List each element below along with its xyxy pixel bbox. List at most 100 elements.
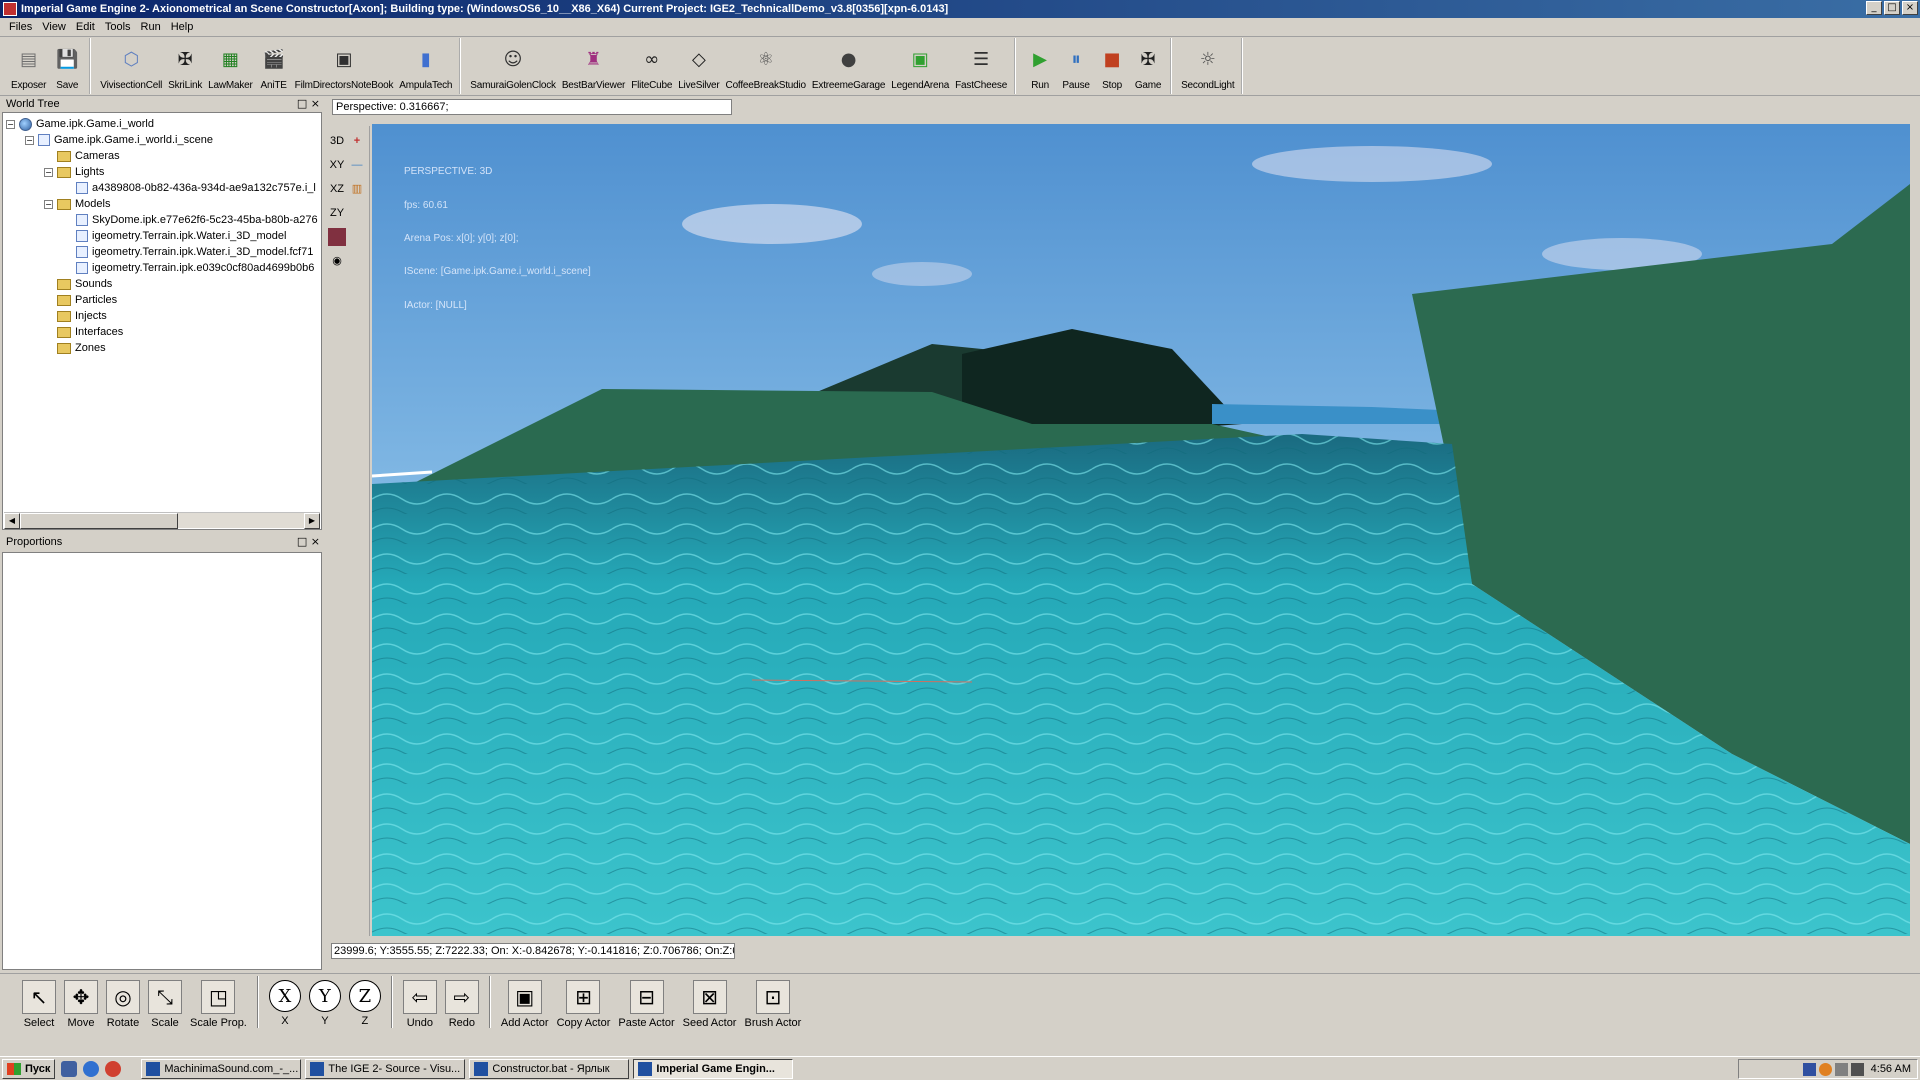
- tree-item-lights[interactable]: − Lights: [44, 164, 104, 180]
- x-button[interactable]: XX: [265, 974, 305, 1031]
- z-button[interactable]: ZZ: [345, 974, 385, 1031]
- add-actor-button[interactable]: ▣ Add Actor: [497, 974, 553, 1031]
- copy-actor-button[interactable]: ⊞ Copy Actor: [553, 974, 615, 1031]
- collapse-toggle-icon[interactable]: −: [44, 199, 53, 209]
- close-button[interactable]: ×: [1902, 1, 1918, 15]
- toolbar-button-label: SecondLight: [1181, 80, 1235, 91]
- 3d-viewport[interactable]: PERSPECTIVE: 3D fps: 60.61 Arena Pos: x[…: [372, 124, 1910, 936]
- flitecube-button[interactable]: ∞ FliteCube: [628, 38, 675, 94]
- y-button[interactable]: YY: [305, 974, 345, 1031]
- tree-item-skydome-ipk-e77e62f6-5c23-45ba[interactable]: SkyDome.ipk.e77e62f6-5c23-45ba-b80b-a276: [63, 212, 318, 228]
- close-panel-button[interactable]: ×: [311, 535, 320, 548]
- collapse-toggle-icon[interactable]: −: [25, 135, 34, 145]
- undo-button[interactable]: ⇦ Undo: [399, 974, 441, 1031]
- secondlight-button[interactable]: ☼ SecondLight: [1178, 38, 1237, 94]
- menu-edit[interactable]: Edit: [71, 21, 100, 33]
- volume-icon[interactable]: [1850, 1062, 1864, 1076]
- menu-files[interactable]: Files: [4, 21, 37, 33]
- color-swatch-icon[interactable]: [328, 228, 346, 246]
- crosshair-icon[interactable]: +: [348, 132, 366, 150]
- desktop-icon[interactable]: [61, 1060, 78, 1077]
- network-icon[interactable]: [1834, 1062, 1848, 1076]
- exposer-button[interactable]: ▤ Exposer: [8, 38, 49, 94]
- pause-button[interactable]: ⏸ Pause: [1058, 38, 1094, 94]
- browser-icon[interactable]: [83, 1060, 100, 1077]
- vivisectioncell-button[interactable]: ⬡ VivisectionCell: [97, 38, 165, 94]
- folder-icon: [57, 326, 71, 338]
- tree-item-injects[interactable]: Injects: [44, 308, 107, 324]
- tree-item-cameras[interactable]: Cameras: [44, 148, 120, 164]
- menu-run[interactable]: Run: [136, 21, 166, 33]
- view-xy-button[interactable]: XY: [328, 156, 346, 174]
- redo-button[interactable]: ⇨ Redo: [441, 974, 483, 1031]
- livesilver-button[interactable]: ◇ LiveSilver: [675, 38, 722, 94]
- extreemegarage-button[interactable]: ● ExtreemeGarage: [809, 38, 888, 94]
- coffeebreakstudio-button[interactable]: ⚛ CoffeeBreakStudio: [723, 38, 809, 94]
- tree-item-igeometry-terrain-ipk-water-i-[interactable]: igeometry.Terrain.ipk.Water.i_3D_model.f…: [63, 244, 313, 260]
- lawmaker-button[interactable]: ▦ LawMaker: [205, 38, 256, 94]
- tree-item-particles[interactable]: Particles: [44, 292, 117, 308]
- float-panel-button[interactable]: □: [297, 97, 307, 110]
- menu-view[interactable]: View: [37, 21, 71, 33]
- taskbar-task[interactable]: The IGE 2- Source - Visu...: [305, 1058, 466, 1079]
- start-button[interactable]: Пуск: [2, 1058, 56, 1079]
- tree-item-igeometry-terrain-ipk-e039c0cf[interactable]: igeometry.Terrain.ipk.e039c0cf80ad4699b0…: [63, 260, 314, 276]
- tree-item-game-ipk-game-i-world[interactable]: − Game.ipk.Game.i_world: [6, 116, 154, 132]
- minimize-button[interactable]: _: [1866, 1, 1882, 15]
- tree-item-models[interactable]: − Models: [44, 196, 110, 212]
- taskbar-task[interactable]: Imperial Game Engin...: [633, 1058, 794, 1079]
- fastcheese-button[interactable]: ☰ FastCheese: [952, 38, 1010, 94]
- clock[interactable]: 4:56 AM: [1871, 1063, 1911, 1075]
- scale-button[interactable]: ⤡ Scale: [144, 974, 186, 1031]
- seed-actor-button[interactable]: ⊠ Seed Actor: [679, 974, 741, 1031]
- tree-item-igeometry-terrain-ipk-water-i-[interactable]: igeometry.Terrain.ipk.Water.i_3D_model: [63, 228, 286, 244]
- tree-horizontal-scrollbar[interactable]: ◀ ▶: [4, 512, 320, 529]
- skrilink-button[interactable]: ✠ SkriLink: [165, 38, 205, 94]
- legendarena-button[interactable]: ▣ LegendArena: [888, 38, 952, 94]
- brush-actor-button[interactable]: ⊡ Brush Actor: [740, 974, 805, 1031]
- paste-actor-button[interactable]: ⊟ Paste Actor: [614, 974, 678, 1031]
- tree-item-a4389808-0b82-436a-934d-ae9a13[interactable]: a4389808-0b82-436a-934d-ae9a132c757e.i_l: [63, 180, 316, 196]
- menu-help[interactable]: Help: [166, 21, 199, 33]
- view-3d-button[interactable]: 3D: [328, 132, 346, 150]
- maximize-button[interactable]: □: [1884, 1, 1900, 15]
- taskbar-task[interactable]: Constructor.bat - Ярлык: [469, 1058, 630, 1079]
- line-icon[interactable]: —: [348, 156, 366, 174]
- anite-button[interactable]: 🎬 AniTE: [256, 38, 292, 94]
- language-icon[interactable]: [1802, 1062, 1816, 1076]
- eye-icon[interactable]: ◉: [328, 252, 346, 270]
- tree-item-zones[interactable]: Zones: [44, 340, 106, 356]
- stop-button[interactable]: ■ Stop: [1094, 38, 1130, 94]
- taskbar-task[interactable]: MachinimaSound.com_-_...: [141, 1058, 302, 1079]
- move-button[interactable]: ✥ Move: [60, 974, 102, 1031]
- save-button[interactable]: 💾 Save: [49, 38, 85, 94]
- tree-item-game-ipk-game-i-world-i-scene[interactable]: − Game.ipk.Game.i_world.i_scene: [25, 132, 213, 148]
- collapse-toggle-icon[interactable]: −: [6, 119, 15, 129]
- select-button[interactable]: ↖ Select: [18, 974, 60, 1031]
- tree-item-interfaces[interactable]: Interfaces: [44, 324, 123, 340]
- menu-tools[interactable]: Tools: [100, 21, 136, 33]
- view-xz-button[interactable]: XZ: [328, 180, 346, 198]
- close-panel-button[interactable]: ×: [311, 97, 320, 110]
- float-panel-button[interactable]: □: [297, 535, 307, 548]
- scroll-thumb[interactable]: [20, 513, 178, 529]
- building-icon[interactable]: ▥: [348, 180, 366, 198]
- media-icon[interactable]: [105, 1060, 122, 1077]
- scale-prop-button[interactable]: ◳ Scale Prop.: [186, 974, 251, 1031]
- view-zy-button[interactable]: ZY: [328, 204, 346, 222]
- filmdirectorsnotebook-button[interactable]: ▣ FilmDirectorsNoteBook: [292, 38, 397, 94]
- warning-icon[interactable]: [1818, 1062, 1832, 1076]
- tree-item-sounds[interactable]: Sounds: [44, 276, 112, 292]
- rotate-icon: ◎: [106, 980, 140, 1014]
- rotate-button[interactable]: ◎ Rotate: [102, 974, 144, 1031]
- tree-item-label: Models: [75, 198, 111, 210]
- ampulatech-button[interactable]: ▮ AmpulaTech: [396, 38, 455, 94]
- perspective-field[interactable]: Perspective: 0.316667;: [332, 99, 732, 115]
- samuraigolenclock-button[interactable]: ☺ SamuraiGolenClock: [467, 38, 559, 94]
- bestbarviewer-button[interactable]: ♜ BestBarViewer: [559, 38, 628, 94]
- run-button[interactable]: ▶ Run: [1022, 38, 1058, 94]
- scroll-left-arrow-icon[interactable]: ◀: [4, 513, 20, 529]
- collapse-toggle-icon[interactable]: −: [44, 167, 53, 177]
- scroll-right-arrow-icon[interactable]: ▶: [304, 513, 320, 529]
- game-button[interactable]: ✠ Game: [1130, 38, 1166, 94]
